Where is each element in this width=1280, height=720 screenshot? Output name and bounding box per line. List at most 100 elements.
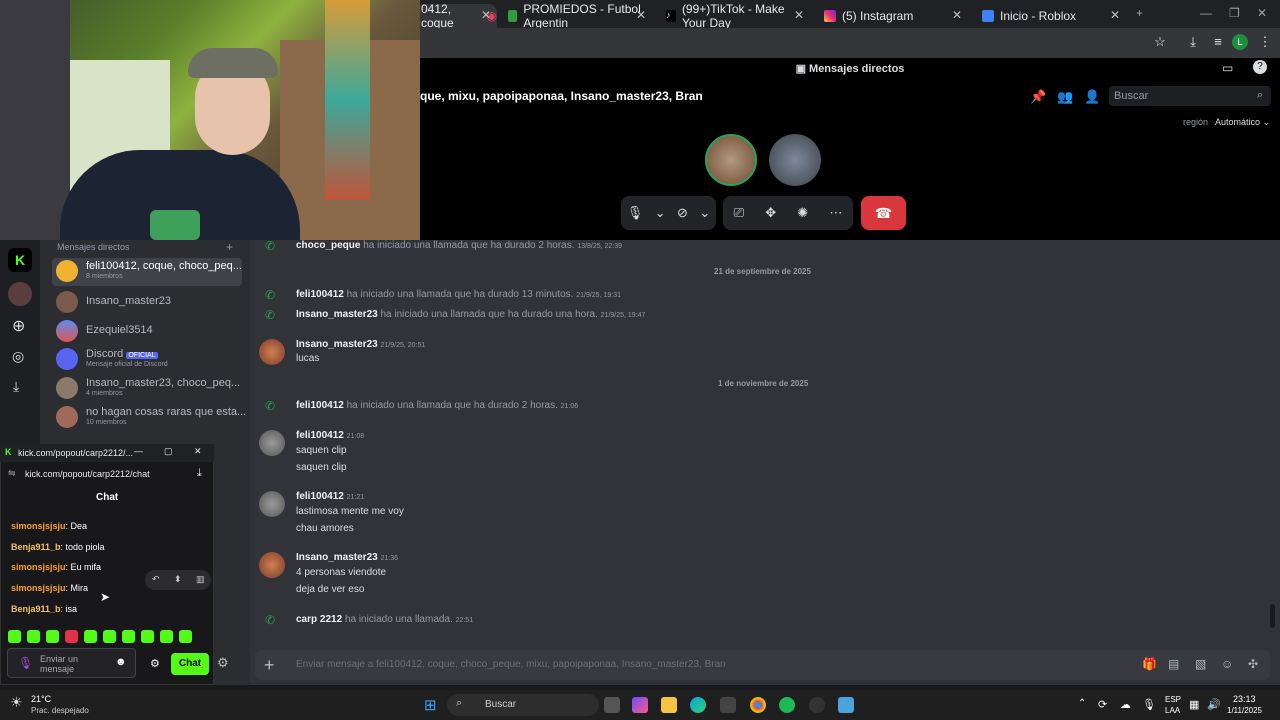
dm-item[interactable]: no hagan cosas raras que esta... 10 miem… bbox=[52, 404, 252, 432]
emote-icon[interactable] bbox=[65, 630, 78, 643]
minimize-button[interactable]: — bbox=[134, 446, 143, 456]
tab-tiktok[interactable]: ♪ (99+)TikTok - Make Your Day ✕ bbox=[660, 2, 810, 30]
edge-icon[interactable] bbox=[690, 697, 706, 713]
emote-icon[interactable] bbox=[27, 630, 40, 643]
emote-icon[interactable] bbox=[122, 630, 135, 643]
download-apps-icon[interactable]: ⤓ bbox=[13, 378, 19, 395]
gift-icon[interactable]: 🎁 bbox=[1142, 657, 1157, 671]
avatar[interactable] bbox=[259, 339, 285, 365]
username[interactable]: feli100412 bbox=[296, 430, 344, 441]
chevron-down-icon[interactable]: ⌄ bbox=[699, 205, 710, 221]
spotify-icon[interactable] bbox=[779, 697, 795, 713]
username[interactable]: feli100412 bbox=[296, 400, 344, 411]
language-code[interactable]: ESP bbox=[1165, 695, 1181, 704]
username[interactable]: Insano_master23 bbox=[296, 309, 378, 320]
username[interactable]: Insano_master23 bbox=[296, 339, 378, 350]
microphone-icon[interactable]: 🎙 bbox=[18, 656, 33, 670]
volume-icon[interactable]: 🔊 bbox=[1207, 698, 1221, 711]
emote-icon[interactable] bbox=[103, 630, 116, 643]
chrome-icon[interactable] bbox=[750, 697, 766, 713]
emoji-icon[interactable]: ☻ bbox=[115, 656, 127, 668]
tab-discord[interactable]: 0412, coque ◉ ✕ bbox=[415, 2, 497, 30]
microphone-icon[interactable]: 🎙 bbox=[1142, 698, 1156, 711]
tab-instagram[interactable]: (5) Instagram ✕ bbox=[818, 4, 968, 28]
dm-item[interactable]: Insano_master23, choco_peq... 4 miembros bbox=[52, 375, 252, 403]
kick-username[interactable]: simonsjsjsju bbox=[11, 521, 66, 531]
kick-username[interactable]: simonsjsjsju bbox=[11, 562, 66, 572]
new-tab-button[interactable]: + bbox=[1136, 6, 1143, 20]
kick-username[interactable]: simonsjsjsju bbox=[11, 583, 66, 593]
server-icon[interactable] bbox=[8, 282, 32, 306]
region-select[interactable]: Automático ⌄ bbox=[1215, 117, 1270, 128]
avatar[interactable] bbox=[259, 491, 285, 517]
participant-avatar[interactable] bbox=[705, 134, 757, 186]
delete-icon[interactable]: ▥ bbox=[196, 574, 205, 585]
add-server-icon[interactable]: ⊕ bbox=[12, 316, 25, 336]
activities-icon[interactable]: ✥ bbox=[765, 205, 776, 221]
kick-url-bar[interactable]: ⇋ kick.com/popout/carp2212/chat ⤓ bbox=[0, 464, 214, 484]
emote-icon[interactable] bbox=[46, 630, 59, 643]
search-input[interactable]: Buscar bbox=[1109, 86, 1271, 106]
close-icon[interactable]: ✕ bbox=[794, 8, 804, 22]
copilot-icon[interactable] bbox=[632, 697, 648, 713]
chevron-up-icon[interactable]: ⌃ bbox=[1078, 698, 1086, 709]
dm-item-discord[interactable]: Discord OFICIAL Mensaje oficial de Disco… bbox=[52, 346, 252, 374]
add-attachment-icon[interactable]: + bbox=[264, 655, 275, 676]
avatar[interactable] bbox=[259, 552, 285, 578]
username[interactable]: Insano_master23 bbox=[296, 552, 378, 563]
emote-icon[interactable] bbox=[84, 630, 97, 643]
scrollbar[interactable] bbox=[1270, 604, 1275, 628]
chevron-down-icon[interactable]: ⌄ bbox=[655, 205, 666, 221]
camera-off-icon[interactable]: ⊘ bbox=[677, 205, 688, 221]
reply-icon[interactable]: ↶ bbox=[152, 574, 160, 585]
file-explorer-icon[interactable] bbox=[661, 697, 677, 713]
kick-server-icon[interactable]: K bbox=[8, 248, 32, 272]
sync-icon[interactable]: ⟳ bbox=[1098, 698, 1107, 711]
taskbar-search[interactable]: Buscar bbox=[447, 694, 599, 716]
dm-item[interactable]: Ezequiel3514 bbox=[52, 318, 252, 346]
steam-icon[interactable] bbox=[809, 697, 825, 713]
clock-time[interactable]: 23:13 bbox=[1233, 694, 1256, 704]
media-control-icon[interactable]: ≡ bbox=[1210, 34, 1226, 50]
minimize-button[interactable]: — bbox=[1200, 6, 1212, 20]
apps-icon[interactable]: ✣ bbox=[1248, 657, 1258, 671]
explore-icon[interactable]: ◎ bbox=[12, 348, 24, 365]
participant-avatar[interactable] bbox=[769, 134, 821, 186]
username[interactable]: carp 2212 bbox=[296, 614, 342, 625]
close-window-button[interactable]: ✕ bbox=[194, 446, 202, 457]
tab-roblox[interactable]: Inicio - Roblox ✕ bbox=[976, 4, 1126, 28]
cloud-icon[interactable]: ☁ bbox=[1120, 698, 1131, 711]
gear-icon[interactable]: ⚙ bbox=[217, 655, 229, 671]
kick-username[interactable]: Benja911_b bbox=[11, 604, 61, 614]
create-dm-icon[interactable]: + bbox=[226, 240, 233, 254]
avatar[interactable] bbox=[259, 430, 285, 456]
username[interactable]: feli100412 bbox=[296, 491, 344, 502]
store-icon[interactable] bbox=[720, 697, 736, 713]
more-icon[interactable]: ⋯ bbox=[829, 205, 842, 221]
inbox-icon[interactable]: ▭ bbox=[1222, 61, 1233, 75]
profile-avatar[interactable]: L bbox=[1232, 34, 1248, 50]
pin-icon[interactable]: ⬍ bbox=[174, 574, 182, 585]
dm-item-group[interactable]: feli100412, coque, choco_peq... 8 miembr… bbox=[52, 258, 242, 286]
emote-icon[interactable] bbox=[160, 630, 173, 643]
windows-start-icon[interactable]: ⊞ bbox=[424, 696, 442, 714]
weather-icon[interactable]: ☀ bbox=[10, 694, 23, 711]
kick-chat-button[interactable]: Chat bbox=[171, 653, 209, 675]
add-friend-icon[interactable]: 👥 bbox=[1057, 89, 1073, 105]
task-view-icon[interactable] bbox=[604, 697, 620, 713]
help-icon[interactable]: ? bbox=[1253, 60, 1267, 74]
tab-promiedos[interactable]: PROMIEDOS - Futbol Argentin ✕ bbox=[502, 2, 652, 30]
site-info-icon[interactable]: ⇋ bbox=[8, 468, 16, 479]
emote-icon[interactable] bbox=[179, 630, 192, 643]
close-icon[interactable]: ✕ bbox=[481, 8, 491, 22]
pin-icon[interactable]: 📌 bbox=[1030, 89, 1046, 105]
maximize-button[interactable]: ▢ bbox=[164, 446, 173, 457]
close-window-button[interactable]: ✕ bbox=[1257, 6, 1267, 20]
close-icon[interactable]: ✕ bbox=[952, 8, 962, 22]
emoji-icon[interactable]: ☺ bbox=[1221, 657, 1233, 671]
close-icon[interactable]: ✕ bbox=[1110, 8, 1120, 22]
menu-icon[interactable]: ⋮ bbox=[1257, 34, 1273, 50]
hang-up-button[interactable]: ☎ bbox=[861, 196, 906, 230]
soundboard-icon[interactable]: ✺ bbox=[797, 205, 808, 221]
username[interactable]: feli100412 bbox=[296, 289, 344, 300]
